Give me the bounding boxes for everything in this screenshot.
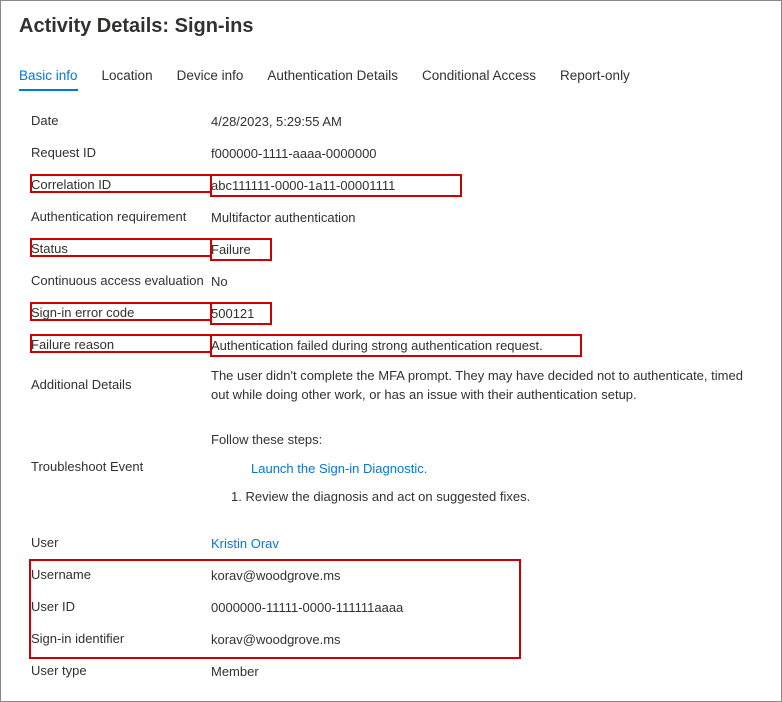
value-cae: No — [211, 271, 763, 292]
tab-report-only[interactable]: Report-only — [560, 64, 630, 91]
value-status: Failure — [211, 239, 271, 260]
row-cae: Continuous access evaluation No — [31, 267, 763, 299]
row-failure-reason: Failure reason Authentication failed dur… — [31, 331, 763, 363]
label-user: User — [31, 533, 211, 550]
row-additional-details: Additional Details The user didn't compl… — [31, 363, 763, 409]
troubleshoot-intro: Follow these steps: — [211, 431, 763, 450]
label-additional-details: Additional Details — [31, 367, 211, 392]
value-correlation-id: abc111111-0000-1a11-00001111 — [211, 175, 461, 196]
tab-device-info[interactable]: Device info — [177, 64, 244, 91]
label-user-id: User ID — [31, 597, 211, 614]
tab-basic-info[interactable]: Basic info — [19, 64, 78, 91]
row-user: User Kristin Orav — [31, 529, 763, 561]
user-identity-block: Username korav@woodgrove.ms User ID 0000… — [31, 561, 763, 657]
row-auth-requirement: Authentication requirement Multifactor a… — [31, 203, 763, 235]
label-auth-requirement: Authentication requirement — [31, 207, 211, 224]
tab-location[interactable]: Location — [102, 64, 153, 91]
label-cae: Continuous access evaluation — [31, 271, 211, 288]
label-error-code: Sign-in error code — [31, 303, 211, 320]
row-user-id: User ID 0000000-11111-0000-111111aaaa — [31, 593, 763, 625]
row-date: Date 4/28/2023, 5:29:55 AM — [31, 107, 763, 139]
value-user-id: 0000000-11111-0000-111111aaaa — [211, 597, 763, 618]
value-date: 4/28/2023, 5:29:55 AM — [211, 111, 763, 132]
page-title: Activity Details: Sign-ins — [19, 15, 763, 38]
row-troubleshoot: Troubleshoot Event Follow these steps: L… — [31, 427, 763, 512]
label-signin-identifier: Sign-in identifier — [31, 629, 211, 646]
label-date: Date — [31, 111, 211, 128]
troubleshoot-review: 1. Review the diagnosis and act on sugge… — [231, 488, 763, 507]
label-username: Username — [31, 565, 211, 582]
tabs: Basic info Location Device info Authenti… — [19, 64, 763, 91]
label-user-type: User type — [31, 661, 211, 678]
tab-auth-details[interactable]: Authentication Details — [267, 64, 398, 91]
row-signin-identifier: Sign-in identifier korav@woodgrove.ms — [31, 625, 763, 657]
row-status: Status Failure — [31, 235, 763, 267]
row-request-id: Request ID f000000-1111-aaaa-0000000 — [31, 139, 763, 171]
label-status: Status — [31, 239, 211, 256]
label-failure-reason: Failure reason — [31, 335, 211, 352]
tab-conditional-access[interactable]: Conditional Access — [422, 64, 536, 91]
row-correlation-id: Correlation ID abc111111-0000-1a11-00001… — [31, 171, 763, 203]
value-error-code: 500121 — [211, 303, 271, 324]
value-troubleshoot: Follow these steps: Launch the Sign-in D… — [211, 431, 763, 508]
value-username: korav@woodgrove.ms — [211, 565, 763, 586]
value-failure-reason: Authentication failed during strong auth… — [211, 335, 581, 356]
value-additional-details: The user didn't complete the MFA prompt.… — [211, 367, 763, 405]
row-user-type: User type Member — [31, 657, 763, 689]
launch-diagnostic-link[interactable]: Launch the Sign-in Diagnostic. — [251, 461, 427, 476]
activity-details-panel: Activity Details: Sign-ins Basic info Lo… — [0, 0, 782, 702]
row-username: Username korav@woodgrove.ms — [31, 561, 763, 593]
label-request-id: Request ID — [31, 143, 211, 160]
value-signin-identifier: korav@woodgrove.ms — [211, 629, 763, 650]
label-troubleshoot: Troubleshoot Event — [31, 431, 211, 474]
user-link[interactable]: Kristin Orav — [211, 536, 279, 551]
value-request-id: f000000-1111-aaaa-0000000 — [211, 143, 763, 164]
value-auth-requirement: Multifactor authentication — [211, 207, 763, 228]
details-list: Date 4/28/2023, 5:29:55 AM Request ID f0… — [19, 107, 763, 689]
value-user-type: Member — [211, 661, 763, 682]
row-error-code: Sign-in error code 500121 — [31, 299, 763, 331]
label-correlation-id: Correlation ID — [31, 175, 211, 192]
